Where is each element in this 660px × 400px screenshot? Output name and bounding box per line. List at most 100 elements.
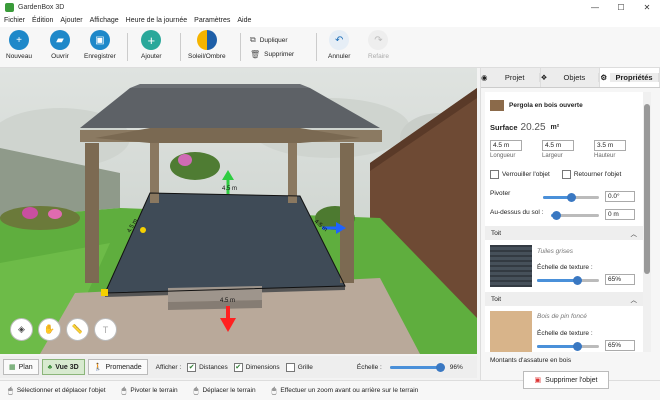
surface-value: 20.25 [520, 122, 546, 133]
title-bar: GardenBox 3D — ☐ ✕ [0, 0, 660, 14]
folder-icon: ▰ [50, 30, 70, 50]
roof1-section-header[interactable]: Toit ︿ [485, 226, 643, 240]
mouse-wheel-icon: 🖱 [271, 385, 277, 395]
delete-object-button[interactable]: ▣ Supprimer l'objet [523, 371, 609, 389]
flip-checkbox[interactable]: Retourner l'objet [561, 170, 621, 179]
check-icon: ✔ [233, 362, 243, 372]
chevron-up-icon: ︿ [630, 297, 638, 304]
above-input[interactable]: 0 m [605, 209, 635, 220]
undo-icon: ↶ [329, 30, 350, 50]
redo-button[interactable]: ↷ Refaire [368, 30, 389, 60]
menu-ajouter[interactable]: Ajouter [60, 17, 82, 24]
view-bar: ▦ Plan ♣ Vue 3D 🚶 Promenade Afficher : ✔ Dis… [0, 356, 477, 378]
redo-icon: ↷ [368, 30, 389, 50]
dimensions-checkbox[interactable]: ✔ Dimensions [233, 362, 280, 372]
roof1-scale-label: Échelle de texture : [537, 264, 593, 271]
sun-icon [196, 30, 217, 50]
tab-proprietes[interactable]: ⚙ Propriétés [600, 68, 660, 87]
properties-content: Pergola en bois ouverte Surface 20.25 m²… [485, 92, 643, 352]
duplicate-icon: ⧉ [250, 35, 256, 44]
new-button[interactable]: + Nouveau [6, 30, 32, 60]
roof2-scale-slider[interactable] [537, 342, 599, 351]
tab-projet[interactable]: ◉ Projet [481, 68, 541, 87]
rotate-slider[interactable] [543, 193, 599, 202]
status-select: 🖱 Sélectionner et déplacer l'objet [8, 385, 106, 395]
undo-button[interactable]: ↶ Annuler [328, 30, 350, 60]
menu-fichier[interactable]: Fichier [4, 17, 25, 24]
ruler-icon[interactable]: 📏 [66, 318, 89, 341]
toolbar-separator [180, 33, 181, 61]
status-zoom: 🖱 Effectuer un zoom avant ou arrière sur … [271, 385, 419, 395]
menu-heure[interactable]: Heure de la journée [126, 17, 188, 24]
minimize-icon[interactable]: — [582, 0, 608, 14]
distances-checkbox[interactable]: ✔ Distances [187, 362, 228, 372]
walk-view-button[interactable]: 🚶 Promenade [87, 359, 148, 375]
duplicate-button[interactable]: ⧉ Dupliquer [250, 35, 288, 45]
trash-icon: 🗑 [250, 50, 261, 59]
roof1-scale-slider[interactable] [537, 276, 599, 285]
toolbar-separator [316, 33, 317, 61]
dim-front-label: 4.5 m [222, 186, 237, 192]
app-icon [5, 2, 14, 12]
plus-icon: + [9, 30, 30, 50]
above-slider[interactable] [551, 211, 599, 220]
tab-objets[interactable]: ❖ Objets [540, 68, 601, 87]
dim-bottom-label: 4.5 m [220, 298, 235, 304]
width-input[interactable]: 4.5 m [542, 140, 574, 151]
roof2-scale-input[interactable]: 65% [605, 340, 635, 351]
add-icon: + [141, 30, 162, 50]
menu-parametres[interactable]: Paramètres [194, 17, 230, 24]
grid-icon: ▦ [9, 364, 16, 371]
properties-panel: ◉ Projet ❖ Objets ⚙ Propriétés Pergola en b… [480, 68, 660, 389]
view-tools: ◈ ✋ 📏 T [10, 318, 122, 341]
object-name: Pergola en bois ouverte [509, 102, 583, 109]
window-title: GardenBox 3D [18, 3, 65, 11]
sun-shadow-button[interactable]: Soleil/Ombre [188, 30, 226, 60]
panel-scrollbar[interactable] [643, 92, 651, 352]
maximize-icon[interactable]: ☐ [608, 0, 634, 14]
toolbar-separator [127, 33, 128, 61]
panel-tabs: ◉ Projet ❖ Objets ⚙ Propriétés [481, 68, 660, 88]
tree-icon: ♣ [47, 363, 53, 371]
scale-label: Échelle : [356, 363, 382, 371]
menu-edition[interactable]: Édition [32, 17, 53, 24]
grid-checkbox[interactable]: Grille [285, 362, 313, 372]
text-icon[interactable]: T [94, 318, 117, 341]
delete-button[interactable]: 🗑 Supprimer [250, 50, 294, 59]
3d-viewport[interactable]: 4.5 m 4.5 m 4.5 m 4.5 m [0, 68, 477, 354]
add-button[interactable]: + Ajouter [141, 30, 162, 60]
roof1-texture-name: Tuiles grises [537, 248, 574, 255]
hand-icon[interactable]: ✋ [38, 318, 61, 341]
walk-icon: 🚶 [93, 364, 103, 371]
next-section-label[interactable]: Montants d'assature en bois [490, 357, 571, 364]
height-input[interactable]: 3.5 m [594, 140, 626, 151]
layers-icon[interactable]: ◈ [10, 318, 33, 341]
roof2-scale-label: Échelle de texture : [537, 330, 593, 337]
toolbar-separator [240, 33, 241, 61]
mouse-left-icon: 🖱 [8, 385, 13, 395]
gear-icon: ⚙ [600, 73, 608, 82]
object-header: Pergola en bois ouverte [490, 100, 583, 111]
open-button[interactable]: ▰ Ouvrir [50, 30, 70, 60]
save-button[interactable]: ▣ Enregistrer [84, 30, 116, 60]
length-input[interactable]: 4.5 m [490, 140, 522, 151]
plan-view-button[interactable]: ▦ Plan [3, 359, 39, 375]
roof1-scale-input[interactable]: 65% [605, 274, 635, 285]
roof2-texture-swatch[interactable] [490, 311, 532, 352]
scale-slider[interactable] [389, 362, 445, 372]
menu-aide[interactable]: Aide [237, 17, 251, 24]
check-icon: ✔ [187, 362, 197, 372]
pergola-icon [490, 100, 504, 111]
rotate-input[interactable]: 0.0° [605, 191, 635, 202]
lock-checkbox[interactable]: Verrouiller l'objet [490, 170, 550, 179]
save-icon: ▣ [89, 30, 110, 50]
roof2-section-header[interactable]: Toit ︿ [485, 292, 643, 306]
show-label: Afficher : [155, 363, 182, 371]
above-row: Au-dessus du sol : [490, 209, 544, 216]
chevron-up-icon: ︿ [630, 231, 638, 238]
roof1-texture-swatch[interactable] [490, 245, 532, 287]
3d-view-button[interactable]: ♣ Vue 3D [41, 359, 85, 375]
scene: 4.5 m 4.5 m 4.5 m 4.5 m [0, 68, 477, 354]
menu-affichage[interactable]: Affichage [90, 17, 119, 24]
close-icon[interactable]: ✕ [634, 0, 660, 14]
